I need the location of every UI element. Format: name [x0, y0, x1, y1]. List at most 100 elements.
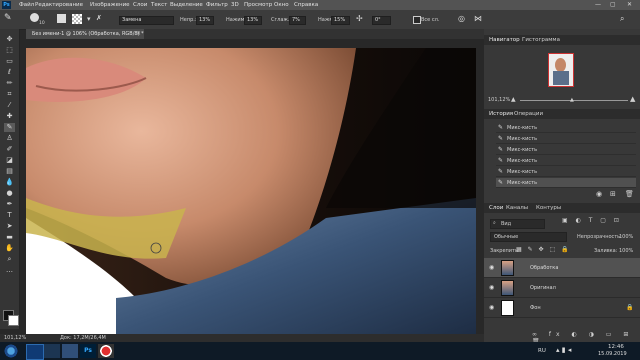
eraser-tool-icon[interactable]: ◪ [4, 156, 15, 165]
tray-icons[interactable]: ▴ ▮ ◂ [556, 346, 571, 354]
artboard-tool-icon[interactable]: ⬚ [4, 46, 15, 55]
fill-value[interactable]: 100% [619, 248, 633, 254]
eye-icon[interactable]: ◉ [489, 304, 494, 311]
start-button[interactable] [3, 344, 19, 358]
language-indicator[interactable]: RU [538, 348, 546, 354]
menu-select[interactable]: Выделение [170, 2, 203, 8]
close-button[interactable]: ✕ [627, 1, 632, 8]
clock-time[interactable]: 12:46 [608, 344, 624, 350]
tab-layers[interactable]: Слои [489, 205, 503, 211]
minimize-button[interactable]: — [595, 1, 601, 8]
zoom-slider[interactable] [520, 100, 628, 101]
tab-paths[interactable]: Контуры [536, 205, 561, 211]
clean-brush-icon[interactable]: ✗ [96, 14, 102, 22]
clock-date[interactable]: 15.09.2019 [598, 351, 627, 357]
tab-histogram[interactable]: Гистограмма [522, 37, 560, 43]
blend-mode-select[interactable]: Обычные [490, 232, 567, 242]
layer-row-selected[interactable]: ◉ Обработка [484, 258, 640, 278]
crop-tool-icon[interactable]: ⌗ [4, 90, 15, 99]
snapshot-icon[interactable]: ◉ [596, 190, 602, 198]
brush-tool-icon[interactable]: ✎ [4, 123, 15, 132]
eyedropper-tool-icon[interactable]: ⁄ [4, 101, 15, 110]
symmetry-icon[interactable]: ⋈ [474, 14, 482, 23]
load-brush-icon[interactable]: ▾ [87, 15, 91, 23]
smoothing-input[interactable]: 7% [289, 16, 306, 25]
delete-history-icon[interactable]: 🗑 [625, 190, 634, 198]
menu-file[interactable]: Файл [19, 2, 34, 8]
marquee-tool-icon[interactable]: ▭ [4, 57, 15, 66]
flow-input[interactable]: 13% [244, 16, 262, 25]
menu-view[interactable]: Просмотр [244, 2, 272, 8]
menu-layers[interactable]: Слои [133, 2, 147, 8]
all-layers-checkbox[interactable] [413, 16, 421, 24]
blur-tool-icon[interactable]: 💧 [4, 178, 15, 187]
brush-panel-icon[interactable] [57, 14, 66, 23]
history-item[interactable]: ✎ Микс-кисть [496, 156, 636, 166]
menu-help[interactable]: Справка [294, 2, 318, 8]
mixer-brush-tool-icon[interactable]: ✎ [4, 13, 12, 23]
layer-row[interactable]: ◉ Фон 🔒 [484, 298, 640, 318]
zoom-slider-handle[interactable]: ▲ [570, 97, 574, 103]
menu-text[interactable]: Текст [151, 2, 167, 8]
layer-opacity-value[interactable]: 100% [619, 234, 633, 240]
stamp-tool-icon[interactable]: ♙ [4, 134, 15, 143]
search-icon[interactable]: ⌕ [620, 14, 624, 24]
lock-icons[interactable]: ▦ ✎ ✥ ⬚ 🔒 [516, 246, 571, 253]
zoom-out-icon[interactable]: ▲ [511, 96, 516, 103]
layer-filter-icons[interactable]: ▣ ◐ T ▢ ⊡ [562, 217, 622, 224]
history-item[interactable]: ✎ Микс-кисть [496, 134, 636, 144]
gradient-tool-icon[interactable]: ▤ [4, 167, 15, 176]
hand-tool-icon[interactable]: ✋ [4, 244, 15, 253]
history-item[interactable]: ✎ Микс-кисть [496, 123, 636, 133]
tab-actions[interactable]: Операции [514, 111, 543, 117]
tab-channels[interactable]: Каналы [506, 205, 528, 211]
zoom-tool-icon[interactable]: ⌕ [4, 255, 15, 264]
new-snapshot-icon[interactable]: ⊞ [610, 190, 616, 198]
recorder-icon[interactable] [98, 344, 114, 358]
move-tool-icon[interactable]: ✥ [4, 35, 15, 44]
airbrush-icon[interactable]: ✢ [356, 14, 363, 23]
maximize-button[interactable]: ▢ [610, 1, 616, 8]
shape-tool-icon[interactable]: ▬ [4, 233, 15, 242]
document-tab[interactable]: Без имени-1 @ 106% (Обработка, RGB/8) * … [26, 29, 144, 39]
lasso-tool-icon[interactable]: ℓ [4, 68, 15, 77]
explorer-icon[interactable] [26, 344, 44, 360]
pen-tool-icon[interactable]: ✒ [4, 200, 15, 209]
more-tools-icon[interactable]: … [4, 266, 15, 275]
history-item[interactable]: ✎ Микс-кисть [496, 145, 636, 155]
browser-icon[interactable] [44, 344, 60, 358]
tab-close-icon[interactable]: × [136, 30, 141, 37]
layer-row[interactable]: ◉ Оригинал [484, 278, 640, 298]
zoom-in-icon[interactable]: ▲ [630, 95, 635, 103]
menu-window[interactable]: Окно [274, 2, 289, 8]
path-select-tool-icon[interactable]: ➤ [4, 222, 15, 231]
strength-input[interactable]: 15% [331, 16, 350, 25]
dodge-tool-icon[interactable]: ● [4, 189, 15, 198]
tab-navigator[interactable]: Навигатор [489, 37, 520, 43]
photoshop-taskbar-icon[interactable]: Ps [80, 344, 96, 358]
history-item[interactable]: ✎ Микс-кисть [496, 167, 636, 177]
pressure-icon[interactable]: ◎ [458, 14, 465, 23]
folder-icon[interactable] [62, 344, 78, 358]
background-color-swatch[interactable] [8, 315, 19, 326]
navigator-zoom[interactable]: 101,12% [488, 97, 510, 103]
history-item-current[interactable]: ✎ Микс-кисть [496, 178, 636, 188]
zoom-readout[interactable]: 101,12% [4, 335, 26, 341]
menu-edit[interactable]: Редактирование [35, 2, 83, 8]
eye-icon[interactable]: ◉ [489, 284, 494, 291]
load-color-swatch[interactable] [72, 14, 82, 24]
healing-tool-icon[interactable]: ✚ [4, 112, 15, 121]
menu-filter[interactable]: Фильтр [206, 2, 228, 8]
opacity-input[interactable]: 13% [196, 16, 214, 25]
angle-input[interactable]: 0° [372, 16, 391, 25]
menu-3d[interactable]: 3D [231, 2, 239, 8]
mode-select[interactable]: Замена [119, 16, 174, 25]
canvas[interactable] [26, 48, 476, 334]
history-brush-tool-icon[interactable]: ✐ [4, 145, 15, 154]
brush-preset-icon[interactable] [30, 13, 39, 22]
eye-icon[interactable]: ◉ [489, 264, 494, 271]
layer-filter-select[interactable]: ⌕ Вид [490, 219, 545, 229]
menu-image[interactable]: Изображение [90, 2, 130, 8]
navigator-thumbnail[interactable] [548, 53, 574, 87]
type-tool-icon[interactable]: T [4, 211, 15, 220]
